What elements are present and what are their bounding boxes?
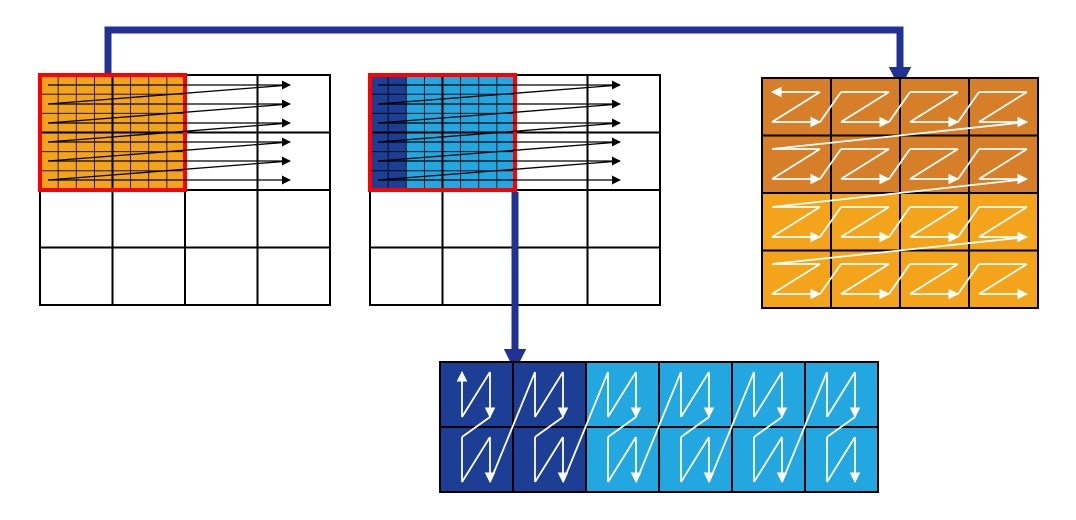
grid-a <box>40 75 330 305</box>
diagram <box>0 0 1076 520</box>
grid-d <box>440 362 878 492</box>
flow-arrow-a-to-c <box>108 30 900 73</box>
grid-c <box>762 78 1038 308</box>
